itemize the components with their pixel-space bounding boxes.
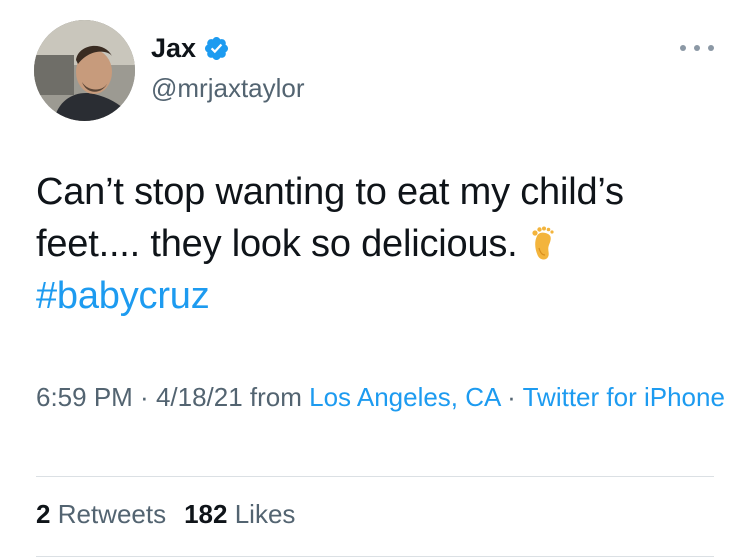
profile-photo-icon: [34, 20, 135, 121]
retweets-stat[interactable]: 2 Retweets: [36, 496, 166, 532]
likes-label: Likes: [234, 499, 296, 529]
from-label: from: [242, 382, 310, 412]
tweet-time[interactable]: 6:59 PM: [36, 382, 133, 412]
more-options-button[interactable]: [680, 38, 714, 58]
meta-separator: ·: [499, 382, 523, 412]
more-dot-icon: [694, 45, 700, 51]
tweet-text: Can’t stop wanting to eat my child’s fee…: [36, 166, 726, 322]
tweet-stats: 2 Retweets 182 Likes: [36, 496, 295, 532]
likes-count: 182: [184, 499, 228, 529]
avatar[interactable]: [34, 20, 135, 121]
retweets-count: 2: [36, 499, 51, 529]
tweet-text-line-2-text: feet.... they look so delicious.: [36, 223, 518, 265]
tweet-card: Jax @mrjaxtaylor Can’t stop wanting to e…: [0, 0, 750, 559]
tweet-date[interactable]: 4/18/21: [156, 382, 243, 412]
more-dot-icon: [680, 45, 686, 51]
display-name-text[interactable]: Jax: [151, 32, 196, 64]
tweet-metadata: 6:59 PM · 4/18/21 from Los Angeles, CA ·…: [36, 378, 726, 416]
tweet-text-line-2: feet.... they look so delicious.: [36, 218, 726, 270]
author-name[interactable]: Jax: [151, 32, 230, 64]
verified-badge-icon: [205, 36, 229, 60]
hashtag-link[interactable]: #babycruz: [36, 270, 726, 322]
divider: [36, 556, 714, 557]
divider: [36, 476, 714, 477]
client-link[interactable]: Twitter for iPhone: [523, 382, 725, 412]
retweets-label: Retweets: [57, 499, 167, 529]
meta-separator: ·: [132, 382, 156, 412]
location-link[interactable]: Los Angeles, CA: [309, 382, 500, 412]
tweet-text-line-1: Can’t stop wanting to eat my child’s: [36, 171, 624, 213]
foot-emoji-icon: [531, 226, 554, 260]
author-handle[interactable]: @mrjaxtaylor: [151, 72, 305, 104]
more-dot-icon: [708, 45, 714, 51]
likes-stat[interactable]: 182 Likes: [184, 496, 295, 532]
